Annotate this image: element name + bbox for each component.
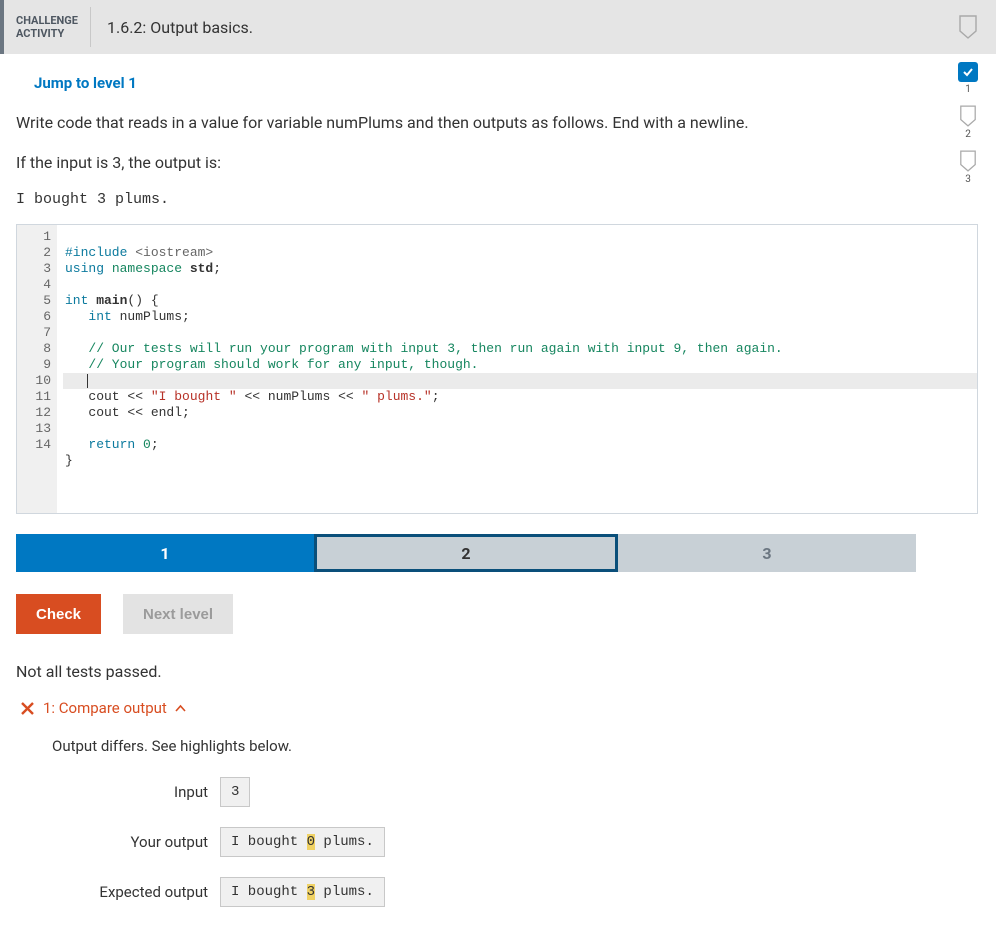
activity-content: Jump to level 1 Write code that reads in…	[0, 54, 996, 907]
code-token: "I bought "	[143, 389, 237, 404]
code-token	[65, 389, 88, 404]
sample-output: I bought 3 plums.	[16, 191, 978, 208]
diff-highlight: 0	[307, 834, 315, 850]
line-number: 12	[21, 405, 51, 421]
line-number: 6	[21, 309, 51, 325]
code-token: " plums."	[354, 389, 432, 404]
value-text: plums.	[315, 884, 374, 900]
activity-title: 1.6.2: Output basics.	[91, 18, 253, 37]
code-token: namespace	[104, 261, 182, 276]
check-button[interactable]: Check	[16, 594, 101, 634]
value-text: I bought	[231, 884, 307, 900]
activity-number: 1.6.2:	[107, 18, 146, 37]
step-tab-3[interactable]: 3	[618, 534, 916, 572]
line-number: 7	[21, 325, 51, 341]
code-token: endl;	[143, 405, 190, 420]
value-text: plums.	[315, 834, 374, 850]
code-token: ;	[213, 261, 221, 276]
row-value-input: 3	[220, 777, 250, 807]
code-token: cout	[88, 389, 127, 404]
test-diff-message: Output differs. See highlights below.	[52, 737, 978, 755]
code-area[interactable]: #include <iostream> using namespace std; i…	[57, 225, 977, 513]
code-token: #include	[65, 245, 127, 260]
test-row-your-output: Your output I bought 0 plums.	[52, 827, 978, 857]
step-tabs: 1 2 3	[16, 534, 916, 572]
chevron-up-icon	[175, 703, 186, 714]
code-token: <<	[330, 389, 353, 404]
code-token: numPlums	[112, 309, 182, 324]
test-result-header[interactable]: 1: Compare output	[16, 699, 978, 717]
code-token: <<	[237, 389, 268, 404]
code-token	[65, 437, 88, 452]
code-token: <iostream>	[127, 245, 213, 260]
code-token: int	[88, 309, 111, 324]
code-token: // Your program should work for any inpu…	[88, 357, 478, 372]
line-number: 9	[21, 357, 51, 373]
activity-header: CHALLENGE ACTIVITY 1.6.2: Output basics.	[0, 0, 996, 54]
line-number: 8	[21, 341, 51, 357]
value-text: I bought	[231, 834, 307, 850]
code-token: numPlums	[268, 389, 330, 404]
activity-name: Output basics.	[150, 18, 253, 37]
activity-type-line2: ACTIVITY	[16, 27, 78, 40]
line-number: 2	[21, 245, 51, 261]
line-gutter: 1 2 3 4 5 6 7 8 9 10 11 12 13 14	[17, 225, 57, 513]
code-token: ;	[151, 437, 159, 452]
code-token: cout	[88, 405, 127, 420]
code-token: std	[182, 261, 213, 276]
line-number: 4	[21, 277, 51, 293]
code-token	[65, 373, 88, 388]
activity-type-label: CHALLENGE ACTIVITY	[4, 7, 91, 47]
test-result-body: Output differs. See highlights below. In…	[16, 737, 978, 907]
code-token: main	[88, 293, 127, 308]
code-token	[65, 341, 88, 356]
code-token: // Our tests will run your program with …	[88, 341, 782, 356]
code-token: using	[65, 261, 104, 276]
feedback-title: Not all tests passed.	[16, 662, 978, 681]
line-number: 1	[21, 229, 51, 245]
step-tab-1[interactable]: 1	[16, 534, 314, 572]
code-token	[65, 357, 88, 372]
prompt-line-1: Write code that reads in a value for var…	[16, 112, 978, 134]
test-row-expected-output: Expected output I bought 3 plums.	[52, 877, 978, 907]
step-tab-2[interactable]: 2	[314, 534, 618, 572]
test-row-input: Input 3	[52, 777, 978, 807]
code-token: <<	[127, 389, 143, 404]
code-token: 0	[135, 437, 151, 452]
jump-to-level-link[interactable]: Jump to level 1	[16, 74, 978, 92]
next-level-button: Next level	[123, 594, 233, 634]
line-number: 10	[21, 373, 51, 389]
cursor-icon	[87, 374, 88, 388]
row-value-your-output: I bought 0 plums.	[220, 827, 385, 857]
activity-type-line1: CHALLENGE	[16, 14, 78, 27]
row-label: Input	[52, 783, 220, 801]
row-label: Expected output	[52, 883, 220, 901]
row-value-expected-output: I bought 3 plums.	[220, 877, 385, 907]
line-number: 11	[21, 389, 51, 405]
line-number: 3	[21, 261, 51, 277]
action-buttons: Check Next level	[16, 594, 978, 634]
row-label: Your output	[52, 833, 220, 851]
code-token: <<	[127, 405, 143, 420]
value-text: 3	[231, 784, 239, 800]
fail-icon	[20, 701, 35, 716]
diff-highlight: 3	[307, 884, 315, 900]
code-token: ;	[432, 389, 440, 404]
test-result-label: 1: Compare output	[43, 699, 167, 717]
code-token	[65, 405, 88, 420]
code-token: ;	[182, 309, 190, 324]
prompt-line-2: If the input is 3, the output is:	[16, 152, 978, 174]
code-token: return	[88, 437, 135, 452]
code-token: int	[65, 293, 88, 308]
line-number: 13	[21, 421, 51, 437]
line-number: 14	[21, 437, 51, 453]
line-number: 5	[21, 293, 51, 309]
code-token	[65, 309, 88, 324]
code-editor[interactable]: 1 2 3 4 5 6 7 8 9 10 11 12 13 14 #includ…	[16, 224, 978, 514]
shield-icon	[958, 15, 978, 39]
code-token: }	[65, 453, 73, 468]
code-token: () {	[127, 293, 158, 308]
